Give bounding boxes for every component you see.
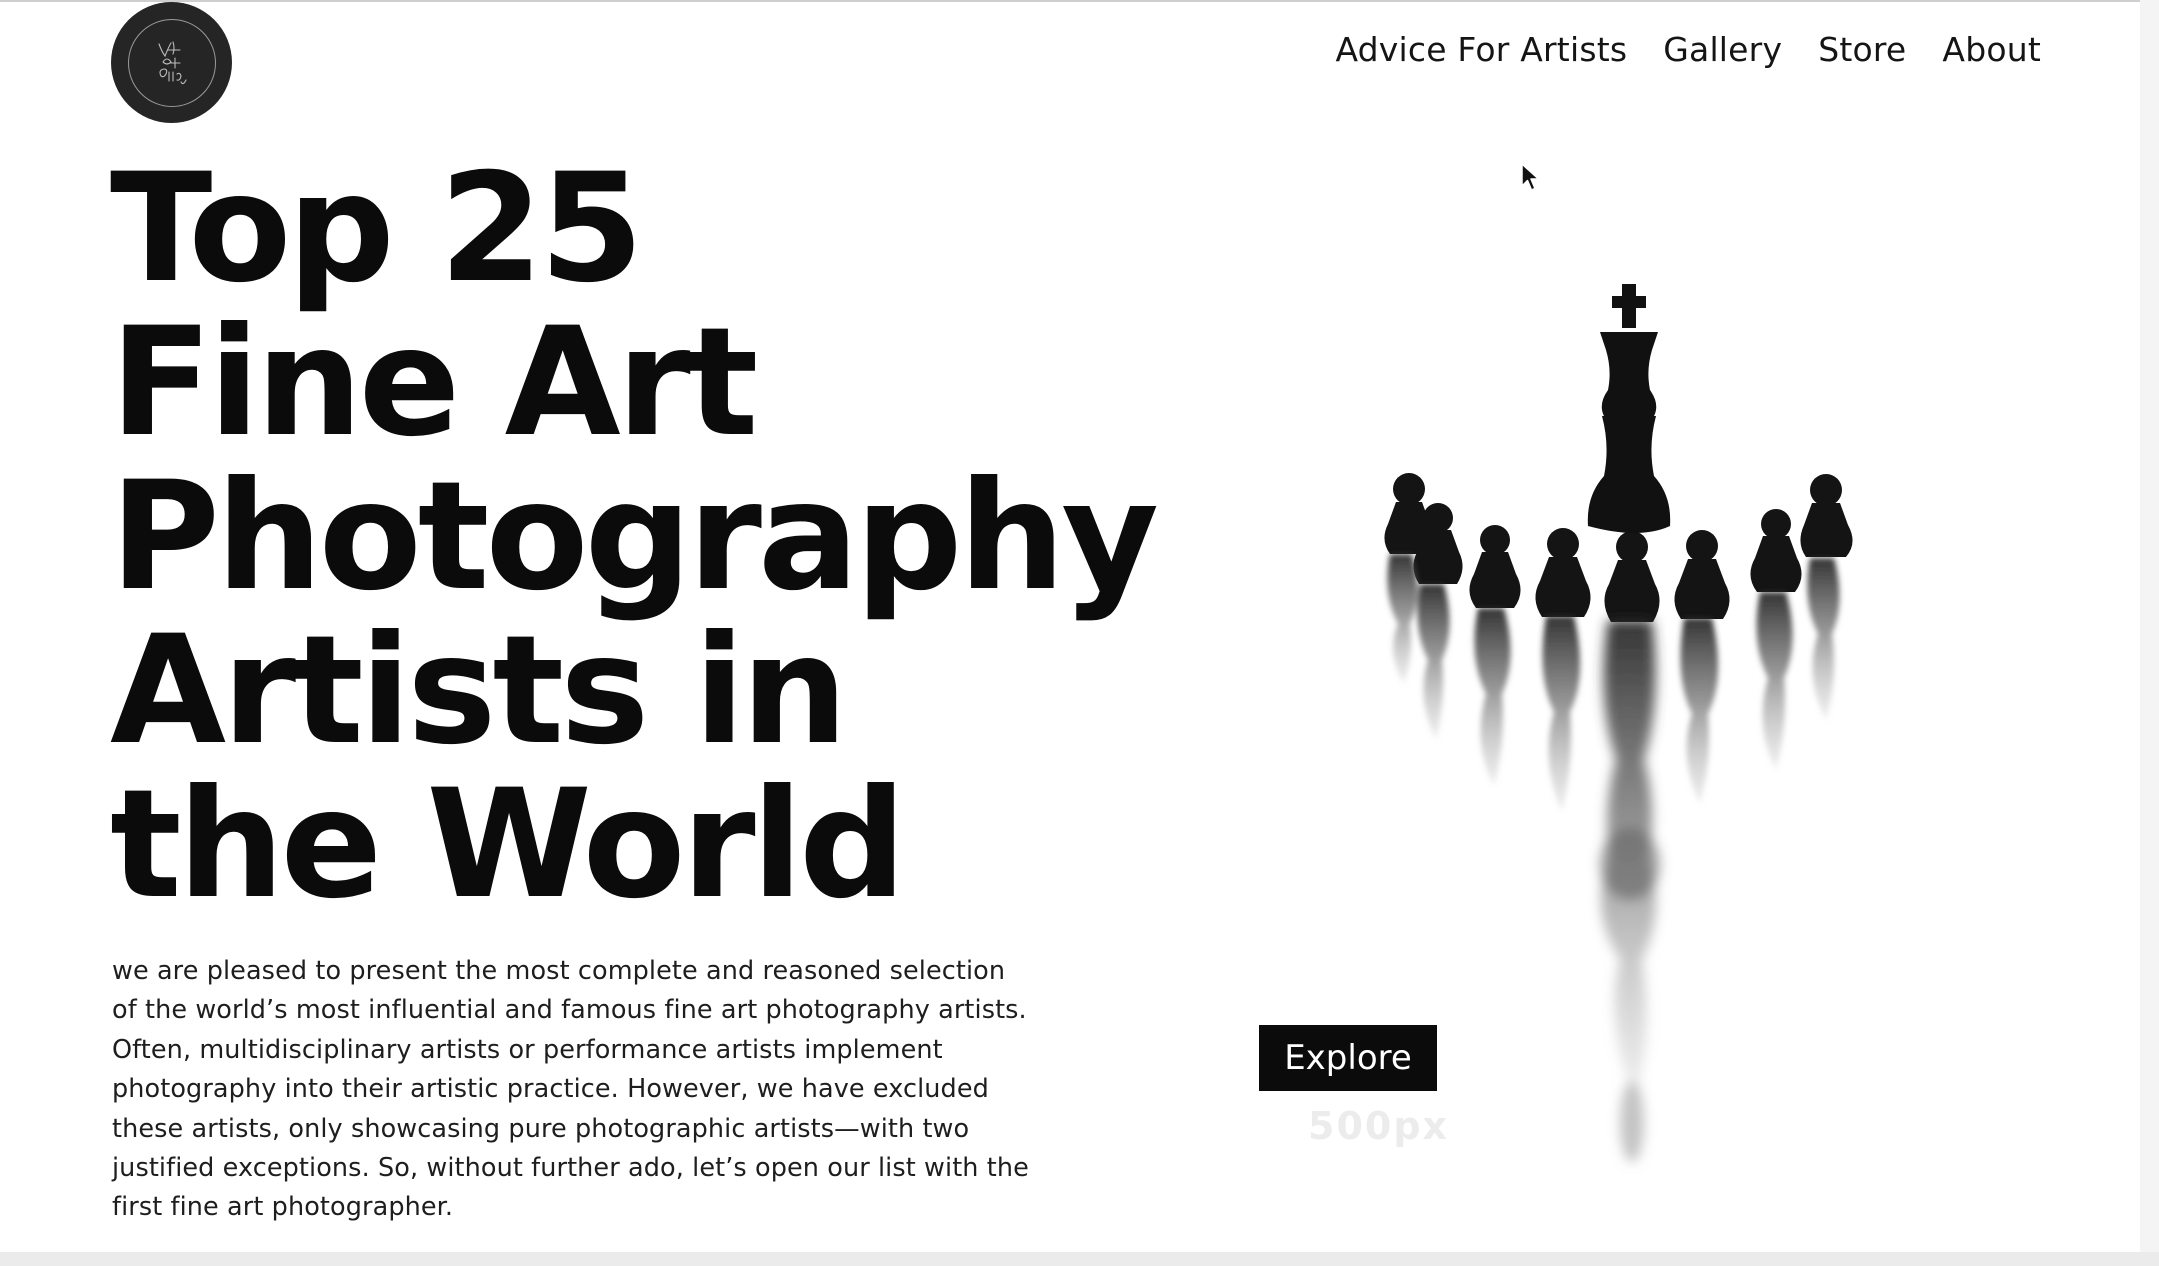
window-top-border	[0, 0, 2159, 2]
page-title-line: Top 25	[110, 142, 644, 316]
page-title-line: Photography	[110, 450, 1159, 624]
page: Advice For Artists Gallery Store About T…	[0, 0, 2159, 1266]
watermark-text: 500px	[1308, 1104, 1450, 1148]
explore-button[interactable]: Explore	[1259, 1025, 1437, 1091]
logo-signature-icon	[157, 40, 187, 84]
bottom-edge	[0, 1252, 2159, 1266]
mouse-cursor-icon	[1521, 163, 1540, 191]
logo-ring	[127, 18, 216, 107]
page-title-line: Artists in	[110, 604, 848, 778]
intro-paragraph: we are pleased to present the most compl…	[112, 956, 1029, 1223]
page-title: Top 25 Fine Art Photography Artists in t…	[110, 142, 1159, 932]
nav-item-gallery[interactable]: Gallery	[1663, 30, 1782, 69]
nav-item-about[interactable]: About	[1942, 30, 2041, 69]
page-title-line: Fine Art	[110, 296, 758, 470]
scrollbar-gutter[interactable]	[2140, 0, 2159, 1266]
page-title-line: the World	[110, 758, 906, 932]
nav-item-store[interactable]: Store	[1818, 30, 1906, 69]
main-nav: Advice For Artists Gallery Store About	[1335, 30, 2041, 69]
site-logo[interactable]	[111, 2, 232, 123]
nav-item-advice-for-artists[interactable]: Advice For Artists	[1335, 30, 1627, 69]
